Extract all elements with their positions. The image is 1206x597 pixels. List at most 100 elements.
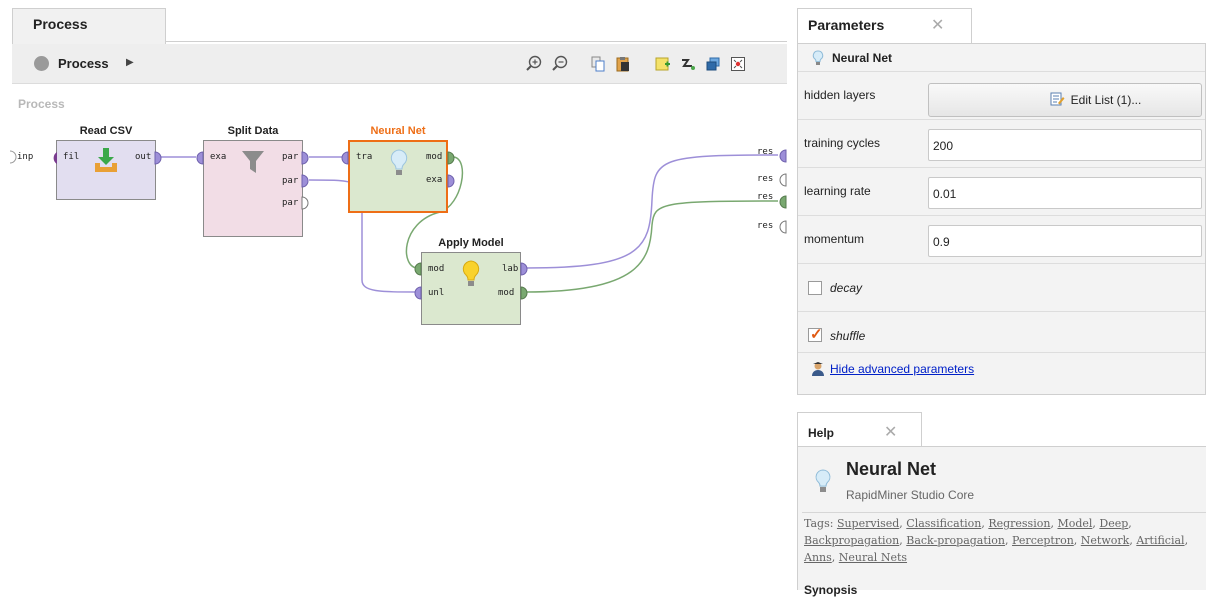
port-label-par-1: par	[282, 152, 299, 162]
result-port-2[interactable]	[775, 172, 787, 188]
edit-list-label: Edit List (1)...	[1070, 93, 1142, 107]
param-row-hidden-layers: hidden layers Edit List (1)...	[798, 72, 1205, 120]
param-row-shuffle: ✓ shuffle	[798, 312, 1205, 352]
param-label-momentum: momentum	[804, 232, 865, 246]
lightbulb-icon	[388, 148, 410, 181]
tags-prefix: Tags:	[804, 517, 834, 530]
port-tra[interactable]	[337, 150, 349, 166]
tag-link[interactable]: Network	[1081, 534, 1130, 547]
tag-link[interactable]: Supervised	[837, 517, 899, 530]
port-out[interactable]	[154, 150, 166, 166]
port-label-out: out	[135, 152, 152, 162]
param-label-hidden-layers: hidden layers	[804, 88, 876, 102]
result-port-label-3: res	[757, 192, 774, 202]
port-label-mod-in: mod	[428, 264, 445, 274]
shuffle-label: shuffle	[830, 329, 866, 343]
tag-link[interactable]: Deep	[1099, 517, 1128, 530]
tag-link[interactable]: Back-propagation	[906, 534, 1005, 547]
result-port-3[interactable]	[775, 194, 787, 210]
selected-operator-name: Neural Net	[832, 51, 893, 65]
parameters-body: Neural Net hidden layers Edit List (1)..…	[797, 43, 1206, 395]
port-label-tra: tra	[356, 152, 373, 162]
result-port-4[interactable]	[775, 219, 787, 235]
port-label-mod: mod	[426, 152, 443, 162]
operator-read-csv[interactable]: fil out	[56, 140, 156, 200]
tab-help-label: Help	[808, 426, 835, 440]
port-par-1[interactable]	[301, 150, 313, 166]
param-label-learning-rate: learning rate	[804, 184, 871, 198]
tag-link[interactable]: Artificial	[1136, 534, 1184, 547]
shuffle-checkbox[interactable]: ✓	[808, 326, 823, 343]
result-port-label-4: res	[757, 221, 774, 231]
decay-checkbox[interactable]	[808, 281, 822, 295]
operator-neural-net[interactable]: tra mod exa	[348, 140, 448, 213]
process-wires	[9, 150, 779, 293]
lightbulb-lit-icon	[460, 259, 482, 292]
operator-title-apply-model: Apply Model	[438, 237, 504, 249]
process-panel: Process Process ▶ Process inp Read CSV f…	[0, 0, 787, 590]
port-mod-in[interactable]	[410, 261, 422, 277]
port-exa[interactable]	[192, 150, 204, 166]
selected-operator-header: Neural Net	[798, 44, 1205, 72]
port-mod[interactable]	[447, 150, 459, 166]
result-port-label-1: res	[757, 147, 774, 157]
learning-rate-input[interactable]: 0.01	[928, 177, 1202, 209]
result-port-1[interactable]	[775, 148, 787, 164]
close-icon[interactable]: ✕	[884, 422, 897, 442]
port-label-fil: fil	[63, 152, 80, 162]
edit-list-icon	[1049, 91, 1065, 110]
port-mod-out[interactable]	[520, 285, 532, 301]
close-icon[interactable]: ✕	[931, 15, 944, 35]
tab-parameters-label: Parameters	[808, 17, 885, 33]
port-label-unl: unl	[428, 288, 445, 298]
port-unl[interactable]	[410, 285, 422, 301]
checkmark-icon: ✓	[810, 326, 823, 343]
port-label-mod-out: mod	[498, 288, 515, 298]
download-icon	[93, 147, 119, 178]
process-input-port-label[interactable]: inp	[17, 152, 33, 162]
port-lab[interactable]	[520, 261, 532, 277]
operator-title-read-csv: Read CSV	[79, 125, 133, 137]
help-body: Neural Net RapidMiner Studio Core Tags: …	[797, 446, 1206, 597]
training-cycles-input[interactable]: 200	[928, 129, 1202, 161]
tag-link[interactable]: Classification	[906, 517, 981, 530]
tag-link[interactable]: Regression	[988, 517, 1050, 530]
port-par-3[interactable]	[301, 195, 313, 211]
advanced-parameters-row: Hide advanced parameters	[798, 352, 1205, 382]
port-exa-out[interactable]	[447, 173, 459, 189]
port-label-lab: lab	[502, 264, 519, 274]
operator-title-neural-net: Neural Net	[370, 125, 426, 137]
tag-link[interactable]: Neural Nets	[839, 551, 907, 564]
port-par-2[interactable]	[301, 173, 313, 189]
lightbulb-icon	[812, 50, 824, 69]
param-row-training-cycles: training cycles 200	[798, 120, 1205, 168]
operator-apply-model[interactable]: mod unl lab mod	[421, 252, 521, 325]
parameters-panel: Parameters ✕ Neural Net hidden layers Ed…	[797, 0, 1206, 400]
operator-split-data[interactable]: exa par par par	[203, 140, 303, 237]
filter-funnel-icon	[240, 149, 266, 178]
tab-help[interactable]: Help ✕	[797, 412, 922, 447]
help-tags: Tags: Supervised, Classification, Regres…	[804, 517, 1189, 564]
port-label-par-2: par	[282, 176, 299, 186]
expert-user-icon	[810, 361, 826, 380]
help-panel: Help ✕ Neural Net RapidMiner Studio Core…	[797, 400, 1206, 597]
momentum-input[interactable]: 0.9	[928, 225, 1202, 257]
port-fil[interactable]	[44, 150, 58, 166]
param-row-decay: decay	[798, 264, 1205, 312]
tag-link[interactable]: Perceptron	[1012, 534, 1074, 547]
tag-link[interactable]: Backpropagation	[804, 534, 899, 547]
lightbulb-icon	[814, 469, 832, 498]
tag-link[interactable]: Model	[1057, 517, 1092, 530]
result-port-label-2: res	[757, 174, 774, 184]
hide-advanced-parameters-link[interactable]: Hide advanced parameters	[830, 362, 974, 376]
tab-parameters[interactable]: Parameters ✕	[797, 8, 972, 44]
param-row-momentum: momentum 0.9	[798, 216, 1205, 264]
port-label-par-3: par	[282, 198, 299, 208]
edit-list-button[interactable]: Edit List (1)...	[928, 83, 1202, 117]
help-subtitle: RapidMiner Studio Core	[846, 488, 975, 502]
help-title: Neural Net	[846, 459, 937, 479]
param-row-learning-rate: learning rate 0.01	[798, 168, 1205, 216]
synopsis-heading: Synopsis	[804, 583, 858, 597]
tag-link[interactable]: Anns	[804, 551, 832, 564]
param-label-training-cycles: training cycles	[804, 136, 881, 150]
